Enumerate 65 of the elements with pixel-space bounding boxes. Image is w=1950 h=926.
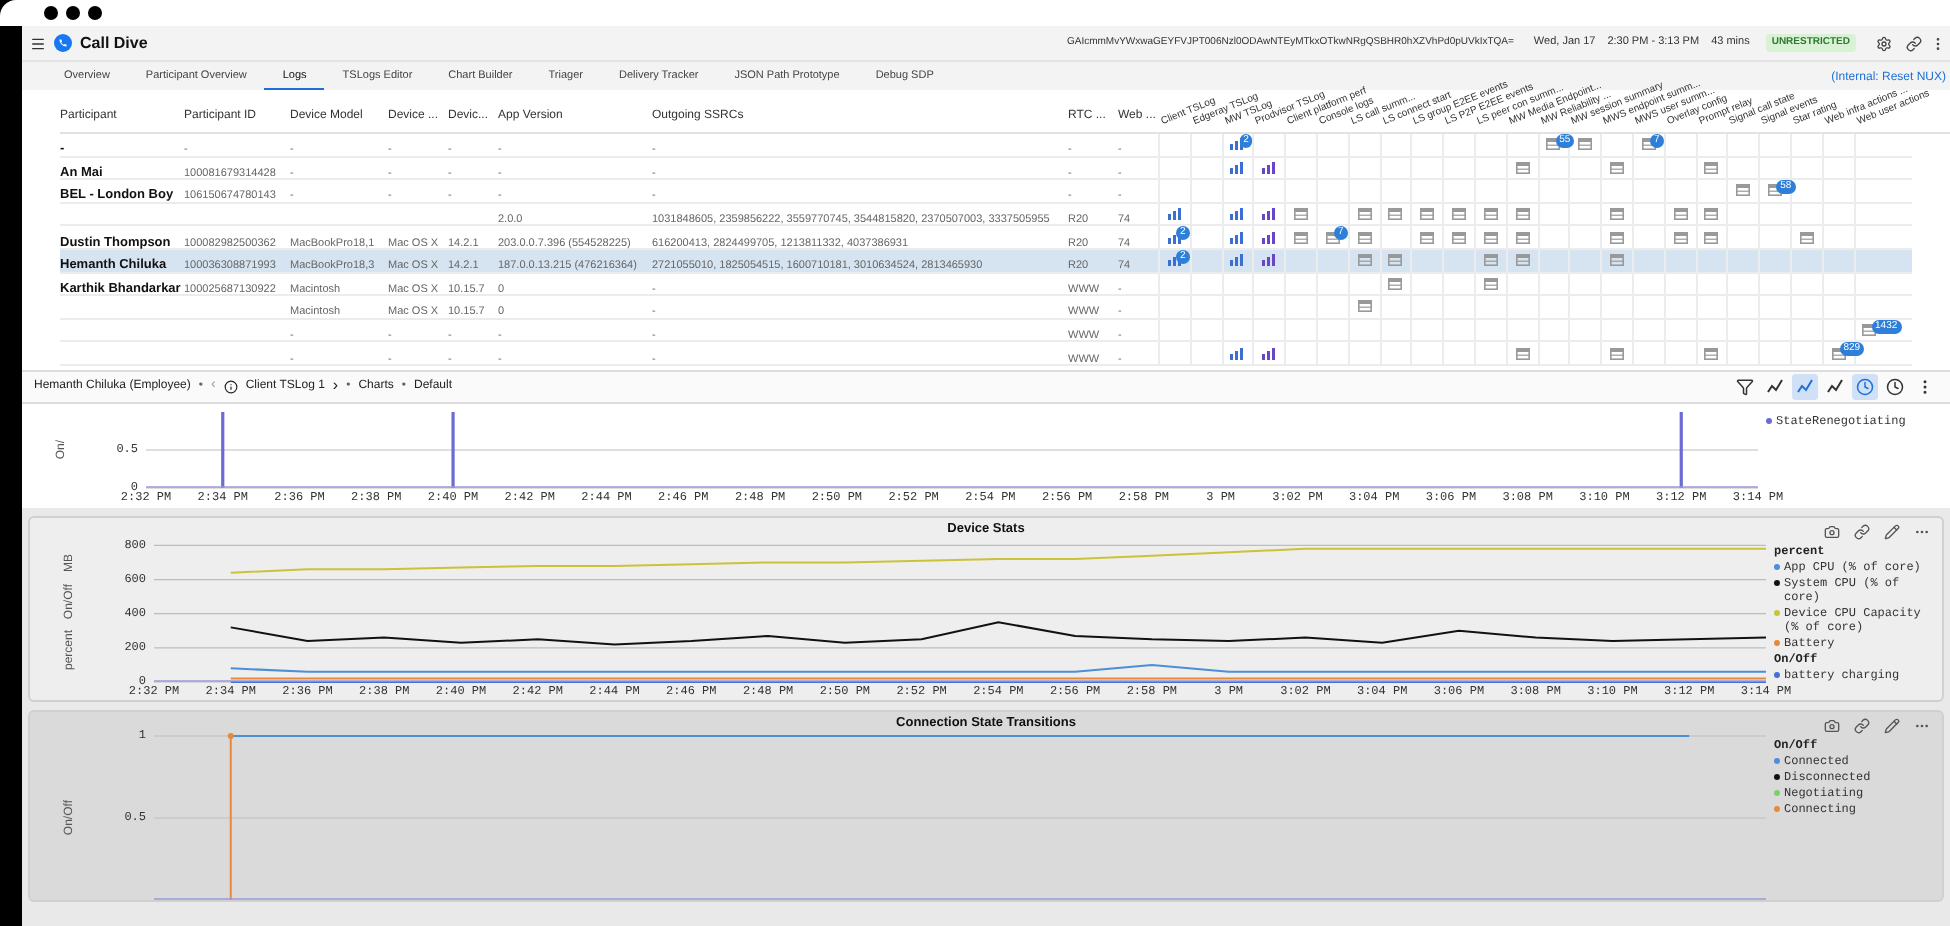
table-icon[interactable] — [1515, 254, 1530, 267]
table-icon[interactable] — [1610, 161, 1625, 174]
bar-chart-icon[interactable] — [1262, 208, 1277, 221]
clock-icon — [1886, 377, 1904, 396]
table-icon[interactable] — [1483, 208, 1498, 221]
settings-icon[interactable] — [1876, 35, 1892, 51]
table-icon[interactable] — [1483, 231, 1498, 244]
clock-icon — [1856, 377, 1874, 396]
table-icon[interactable] — [1673, 231, 1688, 244]
clock-button[interactable] — [1882, 373, 1908, 400]
bar-chart-icon[interactable] — [1230, 208, 1245, 221]
table-icon[interactable] — [1294, 208, 1309, 221]
table-icon[interactable] — [1294, 231, 1309, 244]
table-icon[interactable] — [1610, 208, 1625, 221]
table-icon[interactable] — [1483, 254, 1498, 267]
bar-chart-icon[interactable] — [1167, 208, 1182, 221]
link-icon[interactable] — [1854, 717, 1870, 734]
table-icon[interactable] — [1420, 231, 1435, 244]
table-icon[interactable] — [1420, 208, 1435, 221]
table-icon[interactable] — [1515, 161, 1530, 174]
table-icon[interactable] — [1704, 208, 1719, 221]
table-icon[interactable] — [1704, 161, 1719, 174]
camera-icon[interactable] — [1824, 717, 1840, 734]
table-icon[interactable] — [1610, 347, 1625, 360]
forward-button[interactable]: › — [332, 374, 339, 399]
table-icon[interactable] — [1515, 231, 1530, 244]
table-icon[interactable] — [1610, 254, 1625, 267]
table-icon[interactable] — [1704, 347, 1719, 360]
table-icon[interactable] — [1357, 208, 1372, 221]
table-icon[interactable] — [1388, 254, 1403, 267]
table-icon[interactable] — [1388, 277, 1403, 290]
data-point — [227, 732, 234, 739]
link-icon[interactable] — [1854, 523, 1870, 540]
table-icon[interactable] — [1736, 184, 1751, 197]
table-icon[interactable] — [1704, 231, 1719, 244]
info-icon — [223, 379, 238, 394]
table-icon[interactable] — [1388, 208, 1403, 221]
menu-icon[interactable] — [30, 35, 46, 51]
bar-chart-icon[interactable] — [1230, 161, 1245, 174]
table-icon[interactable] — [1578, 138, 1593, 151]
pencil-icon[interactable] — [1884, 523, 1900, 540]
bar-chart-icon[interactable] — [1262, 161, 1277, 174]
app-title: Call Dive — [80, 31, 148, 55]
table-icon[interactable] — [1357, 300, 1372, 313]
bar-chart-icon[interactable] — [1230, 231, 1245, 244]
table-icon[interactable] — [1799, 231, 1814, 244]
table-icon[interactable] — [1452, 208, 1467, 221]
table-icon[interactable] — [1515, 208, 1530, 221]
pencil-icon[interactable] — [1884, 717, 1900, 734]
camera-icon[interactable] — [1824, 523, 1840, 540]
table-icon[interactable] — [1357, 254, 1372, 267]
table-icon[interactable] — [1610, 231, 1625, 244]
bar-chart-icon[interactable] — [1262, 347, 1277, 360]
bar-chart-icon[interactable] — [1262, 254, 1277, 267]
table-icon[interactable] — [1452, 231, 1467, 244]
table-icon[interactable] — [1483, 277, 1498, 290]
bar-chart-icon[interactable] — [1262, 231, 1277, 244]
bar-chart-icon[interactable] — [1230, 254, 1245, 267]
filter-icon — [1736, 377, 1754, 396]
table-icon[interactable] — [1673, 208, 1688, 221]
phone-logo-icon — [54, 34, 72, 52]
link-icon[interactable] — [1906, 35, 1922, 51]
bar-chart-icon[interactable] — [1230, 347, 1245, 360]
table-icon[interactable] — [1357, 231, 1372, 244]
table-icon[interactable] — [1515, 347, 1530, 360]
